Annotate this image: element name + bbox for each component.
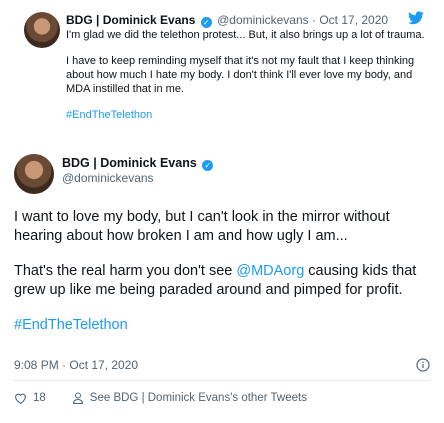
tweet-paragraph: I want to love my body, but I can't look… xyxy=(14,209,390,244)
quoted-paragraph: I have to keep reminding myself that it'… xyxy=(66,55,415,95)
quoted-tweet-header: BDG | Dominick Evans ✓ @dominickevans · … xyxy=(66,13,388,28)
author-handle[interactable]: @dominickevans xyxy=(217,13,309,27)
quoted-tweet-text: I'm glad we did the telethon protest... … xyxy=(66,28,426,134)
info-icon[interactable] xyxy=(416,358,430,372)
heart-icon[interactable] xyxy=(14,392,27,404)
quoted-paragraph: I'm glad we did the telethon protest... … xyxy=(66,29,425,41)
mention-link[interactable]: @MDAorg xyxy=(236,263,304,279)
hashtag-link[interactable]: #EndTheTelethon xyxy=(14,316,432,335)
author-name-row: BDG | Dominick Evans ✓ xyxy=(62,156,215,171)
tweet-text: That's the real harm you don't see xyxy=(14,263,237,279)
person-icon[interactable] xyxy=(72,392,84,404)
like-count[interactable]: 18 xyxy=(33,392,46,404)
tweet-date[interactable]: Oct 17, 2020 xyxy=(319,13,388,27)
author-name[interactable]: BDG | Dominick Evans xyxy=(62,156,197,170)
tweet-paragraph: That's the real harm you don't see @MDAo… xyxy=(14,262,432,300)
separator: · xyxy=(312,13,316,27)
avatar[interactable] xyxy=(24,12,60,48)
author-handle[interactable]: @dominickevans xyxy=(62,171,154,185)
author-name[interactable]: BDG | Dominick Evans xyxy=(66,13,195,27)
tweet-body: I want to love my body, but I can't look… xyxy=(14,208,432,351)
verified-badge-icon: ✓ xyxy=(202,160,214,171)
hashtag-link[interactable]: #EndTheTelethon xyxy=(66,108,426,122)
divider xyxy=(14,380,430,381)
tweet-actions: 18 See BDG | Dominick Evans's other Twee… xyxy=(14,392,307,404)
twitter-bird-icon[interactable] xyxy=(408,11,424,25)
verified-badge-icon: ✓ xyxy=(200,17,212,28)
see-other-tweets-link[interactable]: See BDG | Dominick Evans's other Tweets xyxy=(90,392,307,404)
avatar[interactable] xyxy=(14,154,54,194)
tweet-timestamp[interactable]: 9:08 PM · Oct 17, 2020 xyxy=(14,358,138,372)
